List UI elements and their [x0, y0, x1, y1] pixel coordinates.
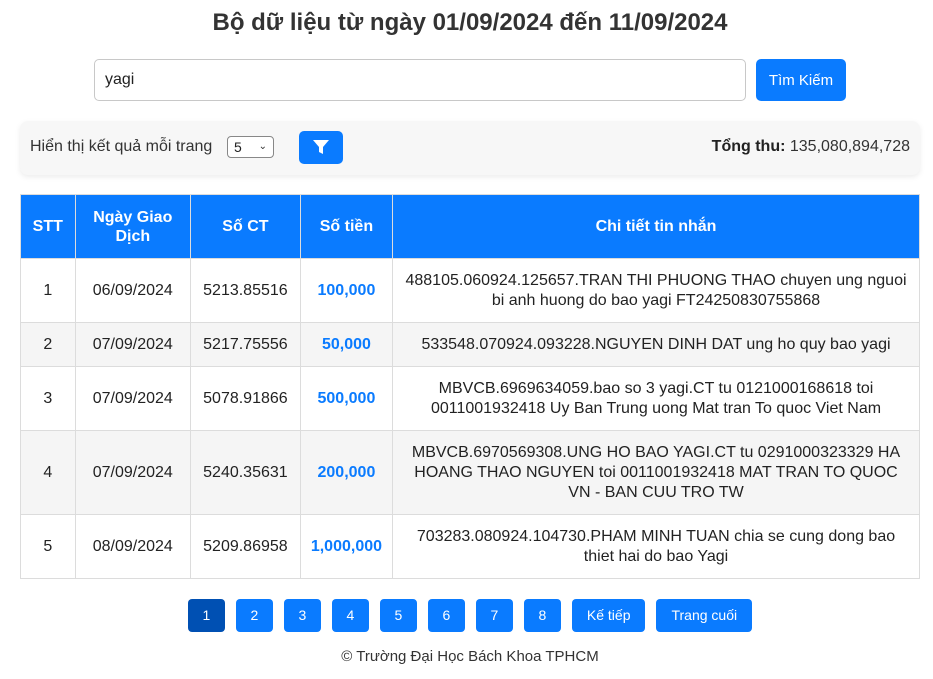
total-value: 135,080,894,728 [789, 138, 910, 155]
pagination: 1 2 3 4 5 6 7 8 Kế tiếp Trang cuối [0, 599, 933, 632]
filter-bar: Hiển thị kết quả mỗi trang 5 ⌄ Tổng thu:… [20, 121, 920, 175]
cell-detail: MBVCB.6969634059.bao so 3 yagi.CT tu 012… [392, 366, 920, 431]
cell-ct: 5078.91866 [190, 366, 301, 431]
table-row: 3 07/09/2024 5078.91866 500,000 MBVCB.69… [20, 366, 920, 431]
table-row: 4 07/09/2024 5240.35631 200,000 MBVCB.69… [20, 430, 920, 515]
page-button-2[interactable]: 2 [235, 599, 273, 632]
transactions-table: STT Ngày Giao Dịch Số CT Số tiền Chi tiế… [20, 194, 920, 579]
header-amount: Số tiền [299, 194, 394, 259]
cell-ct: 5209.86958 [190, 514, 301, 579]
table-row: 1 06/09/2024 5213.85516 100,000 488105.0… [20, 258, 920, 323]
page-button-1[interactable]: 1 [187, 599, 225, 632]
page-size-value: 5 [234, 139, 242, 155]
table-row: 5 08/09/2024 5209.86958 1,000,000 703283… [20, 514, 920, 579]
footer-text: © Trường Đại Học Bách Khoa TPHCM [341, 648, 599, 665]
filter-icon [313, 140, 329, 154]
last-page-button[interactable]: Trang cuối [656, 599, 753, 632]
next-page-button[interactable]: Kế tiếp [571, 599, 646, 632]
header-detail: Chi tiết tin nhắn [392, 194, 920, 259]
cell-date: 07/09/2024 [74, 366, 192, 431]
cell-detail: MBVCB.6970569308.UNG HO BAO YAGI.CT tu 0… [392, 430, 920, 515]
search-button[interactable]: Tìm Kiếm [756, 59, 846, 101]
cell-amount: 100,000 [299, 258, 394, 323]
cell-stt: 2 [20, 322, 76, 367]
search-input[interactable] [94, 59, 746, 101]
cell-detail: 703283.080924.104730.PHAM MINH TUAN chia… [392, 514, 920, 579]
page-button-8[interactable]: 8 [523, 599, 561, 632]
page-size-label: Hiển thị kết quả mỗi trang [30, 138, 213, 155]
header-date: Ngày Giao Dịch [74, 194, 192, 259]
header-ct: Số CT [190, 194, 301, 259]
page-button-4[interactable]: 4 [331, 599, 369, 632]
search-bar: Tìm Kiếm [94, 59, 847, 101]
cell-amount: 1,000,000 [299, 514, 394, 579]
cell-amount: 50,000 [299, 322, 394, 367]
page-size-select[interactable]: 5 ⌄ [227, 136, 274, 158]
cell-date: 06/09/2024 [74, 258, 192, 323]
cell-stt: 4 [20, 430, 76, 515]
cell-ct: 5213.85516 [190, 258, 301, 323]
page-button-7[interactable]: 7 [475, 599, 513, 632]
page-button-5[interactable]: 5 [379, 599, 417, 632]
cell-date: 07/09/2024 [74, 322, 192, 367]
page-button-6[interactable]: 6 [427, 599, 465, 632]
cell-stt: 5 [20, 514, 76, 579]
cell-date: 08/09/2024 [74, 514, 192, 579]
chevron-down-icon: ⌄ [258, 141, 267, 152]
filter-button[interactable] [299, 131, 343, 164]
cell-detail: 533548.070924.093228.NGUYEN DINH DAT ung… [392, 322, 920, 367]
total-label: Tổng thu: [711, 138, 786, 155]
cell-ct: 5217.75556 [190, 322, 301, 367]
page-button-3[interactable]: 3 [283, 599, 321, 632]
cell-detail: 488105.060924.125657.TRAN THI PHUONG THA… [392, 258, 920, 323]
table-row: 2 07/09/2024 5217.75556 50,000 533548.07… [20, 322, 920, 367]
cell-amount: 200,000 [299, 430, 394, 515]
cell-amount: 500,000 [299, 366, 394, 431]
header-stt: STT [20, 194, 76, 259]
cell-ct: 5240.35631 [190, 430, 301, 515]
page-title: Bộ dữ liệu từ ngày 01/09/2024 đến 11/09/… [212, 9, 728, 36]
total-revenue: Tổng thu: 135,080,894,728 [712, 138, 910, 156]
cell-date: 07/09/2024 [74, 430, 192, 515]
cell-stt: 3 [20, 366, 76, 431]
table-header-row: STT Ngày Giao Dịch Số CT Số tiền Chi tiế… [20, 194, 920, 259]
cell-stt: 1 [20, 258, 76, 323]
